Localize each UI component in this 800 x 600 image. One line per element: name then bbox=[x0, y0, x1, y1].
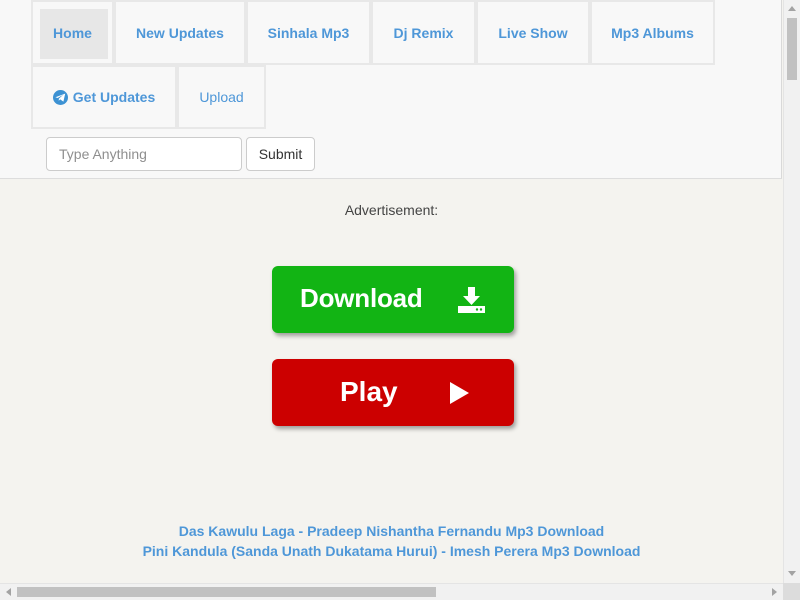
play-icon bbox=[450, 382, 469, 404]
nav-mp3-albums[interactable]: Mp3 Albums bbox=[590, 0, 715, 65]
nav-new-updates-label: New Updates bbox=[136, 24, 224, 41]
song-link-list: Das Kawulu Laga - Pradeep Nishantha Fern… bbox=[0, 521, 783, 561]
nav-upload-label: Upload bbox=[199, 89, 244, 105]
scroll-right-arrow-icon[interactable] bbox=[772, 588, 777, 596]
nav-home-label: Home bbox=[53, 24, 92, 41]
scroll-up-arrow-icon[interactable] bbox=[788, 6, 796, 11]
scroll-left-arrow-icon[interactable] bbox=[6, 588, 11, 596]
nav-live-show[interactable]: Live Show bbox=[476, 0, 590, 65]
nav-upload[interactable]: Upload bbox=[177, 65, 266, 129]
nav-mp3-albums-label: Mp3 Albums bbox=[611, 24, 694, 41]
nav-get-updates[interactable]: Get Updates bbox=[31, 65, 177, 129]
download-button[interactable]: Download bbox=[272, 266, 514, 333]
scrollbar-corner bbox=[783, 583, 800, 600]
nav-new-updates[interactable]: New Updates bbox=[114, 0, 246, 65]
horizontal-scroll-thumb[interactable] bbox=[17, 587, 436, 597]
nav-home[interactable]: Home bbox=[31, 0, 114, 65]
page-content: Home New Updates Sinhala Mp3 Dj Remix Li… bbox=[0, 0, 783, 581]
vertical-scroll-thumb[interactable] bbox=[787, 18, 797, 80]
telegram-icon bbox=[52, 89, 68, 105]
scroll-down-arrow-icon[interactable] bbox=[788, 571, 796, 576]
search-input[interactable] bbox=[46, 137, 242, 171]
download-icon bbox=[458, 287, 485, 313]
nav-sinhala-mp3[interactable]: Sinhala Mp3 bbox=[246, 0, 371, 65]
nav-dj-remix-label: Dj Remix bbox=[393, 24, 454, 41]
submit-button[interactable]: Submit bbox=[246, 137, 315, 171]
song-link-pini-kandula[interactable]: Pini Kandula (Sanda Unath Dukatama Hurui… bbox=[0, 541, 783, 561]
header-nav-area: Home New Updates Sinhala Mp3 Dj Remix Li… bbox=[0, 0, 782, 179]
vertical-scrollbar[interactable] bbox=[783, 0, 800, 583]
download-button-label: Download bbox=[300, 283, 423, 313]
play-button-label: Play bbox=[340, 376, 398, 407]
nav-dj-remix[interactable]: Dj Remix bbox=[371, 0, 476, 65]
nav-get-updates-label: Get Updates bbox=[72, 89, 156, 105]
song-link-das-kawulu-laga[interactable]: Das Kawulu Laga - Pradeep Nishantha Fern… bbox=[0, 521, 783, 541]
horizontal-scrollbar[interactable] bbox=[0, 583, 783, 600]
nav-live-show-label: Live Show bbox=[498, 24, 568, 41]
advertisement-label: Advertisement: bbox=[344, 202, 439, 218]
nav-sinhala-mp3-label: Sinhala Mp3 bbox=[267, 24, 350, 41]
play-button[interactable]: Play bbox=[272, 359, 514, 426]
